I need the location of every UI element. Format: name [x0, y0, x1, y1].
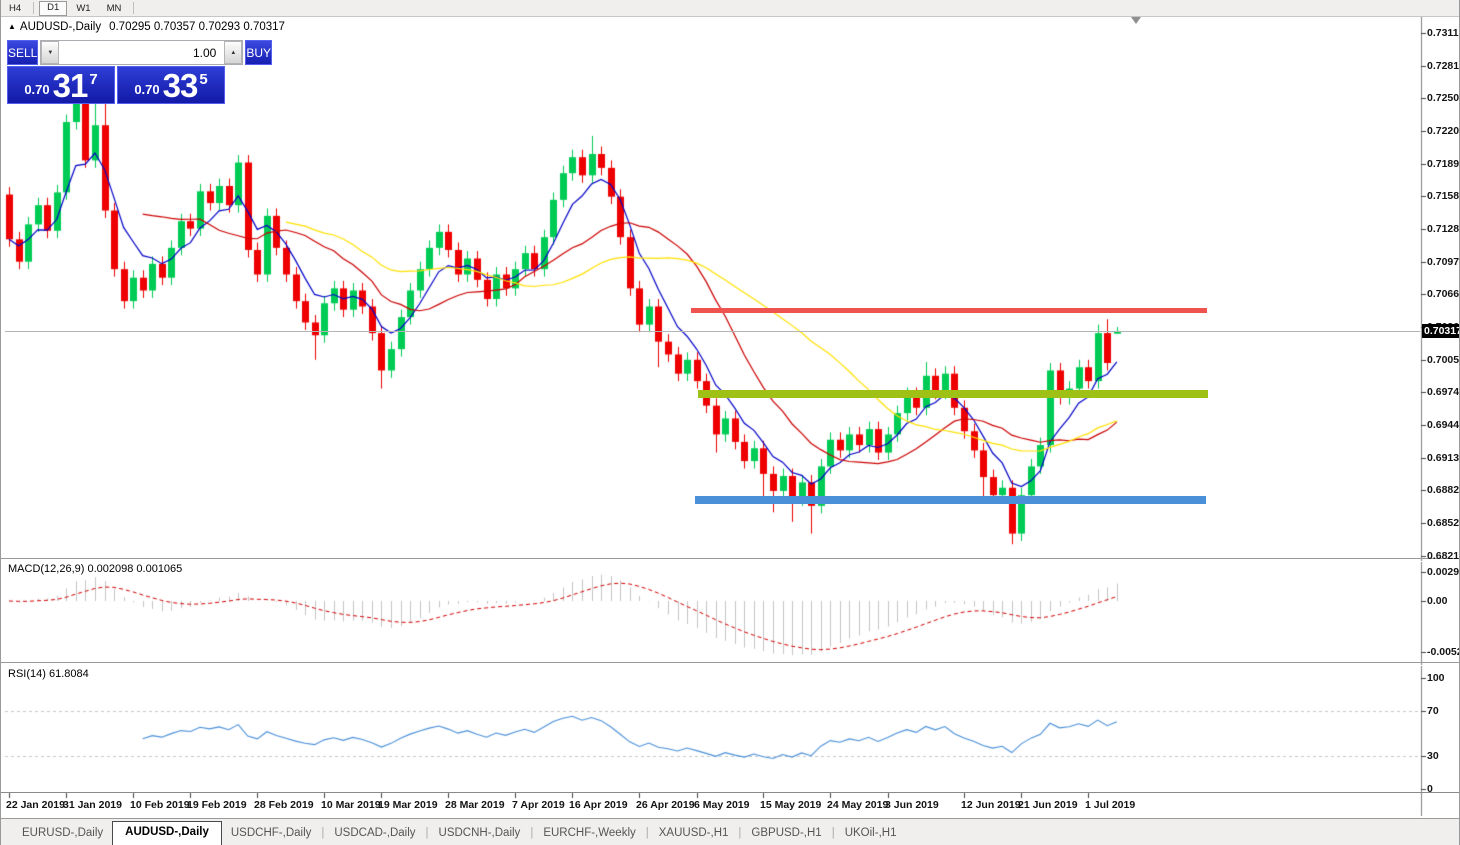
terminal-window: H4 D1W1MN ▲ AUDUSD-,Daily 0.70295 0.70357 0…: [0, 0, 1460, 845]
date-label: 10 Feb 2019: [130, 799, 190, 811]
tab-eurusd-daily[interactable]: EURUSD-,Daily: [13, 823, 112, 845]
symbol-tab-bar: EURUSD-,DailyAUDUSD-,DailyUSDCHF-,Daily|…: [1, 818, 1460, 845]
axis-label: 0.71280: [1427, 223, 1460, 235]
axis-label: -0.005256: [1427, 646, 1460, 658]
axis-label: 100: [1427, 672, 1445, 684]
chart-canvas[interactable]: [1, 0, 1460, 845]
date-label: 28 Mar 2019: [445, 799, 505, 811]
axis-label: 0: [1427, 783, 1433, 795]
current-price-marker: 0.70317: [1422, 324, 1460, 338]
tab-ukoil-h1[interactable]: UKOil-,H1: [836, 823, 906, 845]
sell-price-pips: 31: [53, 70, 88, 101]
volume-decrease-button[interactable]: ▼: [41, 41, 59, 64]
buy-price-point: 5: [199, 71, 207, 88]
axis-label: 0.72810: [1427, 60, 1460, 72]
chart-ohlc-values: 0.70295 0.70357 0.70293 0.70317: [109, 21, 285, 33]
timeframe-button-d1[interactable]: D1: [39, 1, 67, 16]
volume-input[interactable]: [59, 41, 224, 64]
axis-label: 0.68825: [1427, 484, 1460, 496]
tab-gbpusd-h1[interactable]: GBPUSD-,H1: [742, 823, 830, 845]
date-label: 10 Mar 2019: [321, 799, 381, 811]
buy-price-pips: 33: [163, 70, 198, 101]
date-label: 24 May 2019: [827, 799, 888, 811]
date-label: 19 Feb 2019: [187, 799, 247, 811]
pane-splitter-macd[interactable]: [1, 558, 1460, 562]
axis-label: 0.70970: [1427, 256, 1460, 268]
date-label: 28 Feb 2019: [254, 799, 314, 811]
date-label: 12 Jun 2019: [961, 799, 1021, 811]
sell-price-prefix: 0.70: [24, 82, 49, 97]
sell-button[interactable]: SELL: [7, 40, 38, 65]
axis-label: 0.72505: [1427, 92, 1460, 104]
time-axis-border: [1, 792, 1460, 793]
axis-label: 0.69130: [1427, 452, 1460, 464]
axis-label: 0.70050: [1427, 354, 1460, 366]
date-label: 26 Apr 2019: [636, 799, 695, 811]
date-label: 31 Jan 2019: [63, 799, 122, 811]
date-label: 1 Jul 2019: [1085, 799, 1135, 811]
date-label: 16 Apr 2019: [569, 799, 628, 811]
timeframe-button-mn[interactable]: MN: [100, 2, 129, 15]
tab-usdchf-daily[interactable]: USDCHF-,Daily: [222, 823, 321, 845]
chart-symbol-label: AUDUSD-,Daily: [20, 21, 101, 33]
axis-label: 0.71585: [1427, 190, 1460, 202]
one-click-trade-panel: SELL ▼ ▲ BUY 0.70 31 7 0.70 33 5: [7, 40, 225, 104]
buy-price-prefix: 0.70: [134, 82, 159, 97]
symbol-arrow-icon: ▲: [8, 22, 16, 31]
date-label: 15 May 2019: [760, 799, 821, 811]
tab-xauusd-h1[interactable]: XAUUSD-,H1: [650, 823, 738, 845]
axis-label: 0.69440: [1427, 419, 1460, 431]
sell-price-display[interactable]: 0.70 31 7: [7, 66, 115, 104]
date-label: 19 Mar 2019: [378, 799, 438, 811]
pivot-line[interactable]: [698, 390, 1208, 398]
axis-label: 0.71890: [1427, 158, 1460, 170]
tab-usdcnh-daily[interactable]: USDCNH-,Daily: [430, 823, 530, 845]
axis-label: 0.00: [1427, 595, 1447, 607]
tab-eurchf-weekly[interactable]: EURCHF-,Weekly: [534, 823, 644, 845]
pane-splitter-rsi[interactable]: [1, 662, 1460, 666]
axis-label: 0.72200: [1427, 125, 1460, 137]
axis-label: 0.73115: [1427, 27, 1460, 39]
date-label: 21 Jun 2019: [1018, 799, 1078, 811]
timeframe-button-h4[interactable]: H4: [2, 2, 28, 15]
axis-label: 0.68210: [1427, 550, 1460, 562]
timeframe-button-w1[interactable]: W1: [69, 2, 97, 15]
macd-indicator-label: MACD(12,26,9) 0.002098 0.001065: [8, 563, 182, 575]
axis-label: 0.69745: [1427, 386, 1460, 398]
axis-label: 0.002984: [1427, 566, 1460, 578]
resistance-line[interactable]: [691, 308, 1207, 313]
tab-usdcad-daily[interactable]: USDCAD-,Daily: [325, 823, 424, 845]
date-label: 3 Jun 2019: [885, 799, 939, 811]
toolbar-separator: [33, 2, 34, 14]
date-label: 7 Apr 2019: [512, 799, 565, 811]
volume-increase-button[interactable]: ▲: [224, 41, 242, 64]
date-label: 6 May 2019: [694, 799, 749, 811]
chart-title: ▲ AUDUSD-,Daily 0.70295 0.70357 0.70293 0.…: [8, 21, 285, 33]
timeframe-toolbar: H4 D1W1MN: [1, 0, 1459, 17]
volume-stepper: ▼ ▲: [40, 40, 243, 65]
date-label: 22 Jan 2019: [6, 799, 65, 811]
axis-label: 30: [1427, 750, 1439, 762]
toolbar-separator: [133, 2, 134, 14]
rsi-indicator-label: RSI(14) 61.8084: [8, 668, 89, 680]
axis-label: 70: [1427, 705, 1439, 717]
axis-label: 0.70665: [1427, 288, 1460, 300]
tab-audusd-daily[interactable]: AUDUSD-,Daily: [112, 821, 222, 845]
buy-price-display[interactable]: 0.70 33 5: [117, 66, 225, 104]
current-price-line: [5, 331, 1420, 332]
support-line[interactable]: [695, 496, 1206, 504]
buy-button[interactable]: BUY: [245, 40, 272, 65]
sell-price-point: 7: [89, 71, 97, 88]
chart-shift-marker-icon[interactable]: [1131, 17, 1141, 24]
axis-label: 0.68520: [1427, 517, 1460, 529]
